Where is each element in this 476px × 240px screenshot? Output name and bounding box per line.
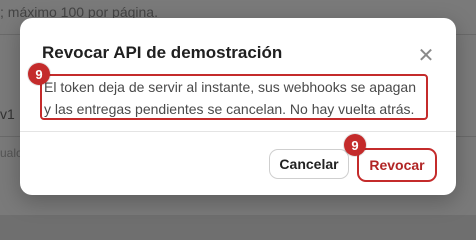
dialog-message-text: El token deja de servir al instante, sus… [44, 79, 417, 117]
dialog-message: El token deja de servir al instante, sus… [40, 74, 428, 120]
close-icon[interactable]: ✕ [416, 46, 436, 66]
dialog-title: Revocar API de demostración [42, 43, 283, 62]
revoke-dialog: Revocar API de demostración ✕ El token d… [20, 18, 456, 195]
background-row-text: v1 [0, 106, 15, 122]
cancel-button[interactable]: Cancelar [269, 149, 349, 179]
message-annotation-badge: 9 [28, 63, 50, 85]
dialog-footer-divider [20, 131, 456, 132]
revoke-annotation-badge: 9 [344, 134, 366, 156]
revoke-button[interactable]: Revocar [357, 148, 437, 182]
background-row-subtext: ualc [0, 146, 23, 160]
